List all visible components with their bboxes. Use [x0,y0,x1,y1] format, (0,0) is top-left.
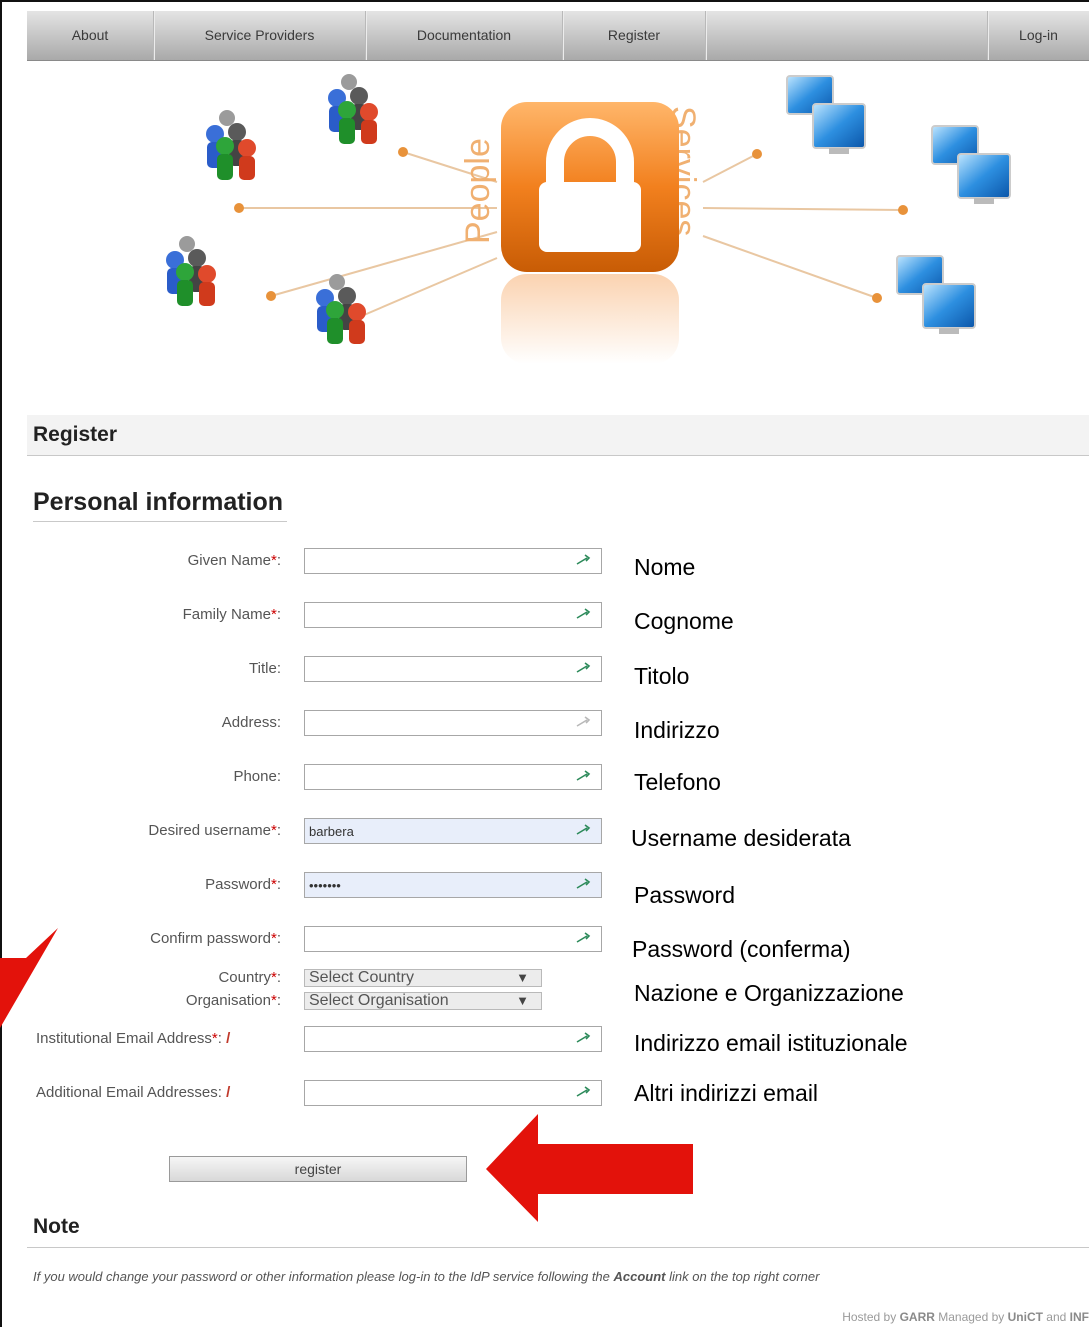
password-input[interactable] [305,873,573,897]
padlock-icon [501,102,679,364]
confirm-password-label: Confirm password*: [150,930,281,947]
address-field[interactable] [304,710,602,736]
key-icon [576,932,591,943]
given-name-label: Given Name*: [187,552,281,569]
organisation-select[interactable]: Select Organisation ▼ [304,992,542,1010]
key-icon [576,716,591,727]
key-icon [576,554,591,565]
banner-word-people: People [459,138,497,244]
confirm-password-field[interactable] [304,926,602,952]
note-text: If you would change your password or oth… [33,1269,820,1284]
annotation-password: Password [634,882,735,908]
country-label: Country*: [218,969,281,986]
organisation-label: Organisation*: [185,992,281,1009]
key-icon [576,608,591,619]
institutional-email-field[interactable] [304,1026,602,1052]
note-header: Note [27,1207,1089,1248]
annotation-email-istituzionale: Indirizzo email istituzionale [634,1030,908,1056]
annotation-username: Username desiderata [631,825,851,851]
dropdown-arrow-icon: ▼ [516,993,529,1008]
additional-email-field[interactable] [304,1080,602,1106]
unict-link[interactable]: UniCT [1008,1310,1043,1324]
register-header: Register [27,415,1089,456]
address-input[interactable] [305,711,573,735]
title-input[interactable] [305,657,573,681]
username-input[interactable] [305,819,573,843]
computer-monitors-icon [931,125,1011,204]
nav-about[interactable]: About [27,11,153,60]
nav-documentation[interactable]: Documentation [366,11,562,60]
red-arrow-pointer-icon [486,1114,693,1222]
annotation-titolo: Titolo [634,663,690,689]
phone-label: Phone: [233,768,281,785]
additional-email-label: Additional Email Addresses: / [36,1084,231,1101]
given-name-input[interactable] [305,549,573,573]
banner-graphic: People Services [166,74,1011,364]
username-field[interactable] [304,818,602,844]
annotation-password-conferma: Password (conferma) [632,936,851,962]
computer-monitors-icon [896,255,976,334]
phone-field[interactable] [304,764,602,790]
red-arrow-left-icon [0,928,58,1028]
frame-top-border [0,0,1089,2]
annotation-telefono: Telefono [634,769,721,795]
family-name-label: Family Name*: [182,606,281,623]
dropdown-arrow-icon: ▼ [516,970,529,985]
annotation-indirizzo: Indirizzo [634,717,720,743]
account-link[interactable]: Account [614,1269,666,1284]
section-title-personal-information: Personal information [33,488,288,522]
annotation-nome: Nome [634,554,696,580]
key-icon [576,770,591,781]
family-name-field[interactable] [304,602,602,628]
username-label: Desired username*: [148,822,281,839]
people-group-icon [206,110,256,180]
country-select-value: Select Country [309,969,414,986]
note-title: Note [33,1215,80,1238]
nav-service-providers[interactable]: Service Providers [154,11,365,60]
password-field[interactable] [304,872,602,898]
people-group-icon [166,236,216,306]
family-name-input[interactable] [305,603,573,627]
address-label: Address: [221,714,281,731]
nav-divider [705,11,706,60]
country-select[interactable]: Select Country ▼ [304,969,542,987]
computer-monitors-icon [786,75,866,154]
inf-link[interactable]: INF [1070,1310,1089,1324]
annotation-cognome: Cognome [634,608,734,634]
title-field[interactable] [304,656,602,682]
banner-illustration: People Services [27,62,1089,414]
edit-pencil-icon: / [226,1084,231,1101]
key-icon [576,1086,591,1097]
nav-register[interactable]: Register [563,11,705,60]
frame-left-border [0,0,2,1327]
additional-email-input[interactable] [305,1081,573,1105]
people-group-icon [328,74,378,144]
page-title: Register [33,423,118,446]
edit-pencil-icon: / [226,1030,231,1047]
key-icon [576,824,591,835]
organisation-select-value: Select Organisation [309,992,449,1009]
footer: Hosted by GARR Managed by UniCT and INF [842,1310,1089,1324]
institutional-email-label: Institutional Email Address*: / [36,1030,231,1047]
annotation-nazione-organizzazione: Nazione e Organizzazione [634,980,904,1006]
password-label: Password*: [205,876,281,893]
key-icon [576,1032,591,1043]
nav-login[interactable]: Log-in [988,11,1089,60]
garr-link[interactable]: GARR [900,1310,935,1324]
register-button[interactable]: register [169,1156,467,1182]
annotation-altri-email: Altri indirizzi email [634,1080,819,1106]
title-label: Title: [249,660,281,677]
key-icon [576,662,591,673]
institutional-email-input[interactable] [305,1027,573,1051]
confirm-password-input[interactable] [305,927,573,951]
given-name-field[interactable] [304,548,602,574]
phone-input[interactable] [305,765,573,789]
people-group-icon [316,274,366,344]
key-icon [576,878,591,889]
top-nav: About Service Providers Documentation Re… [27,11,1089,61]
